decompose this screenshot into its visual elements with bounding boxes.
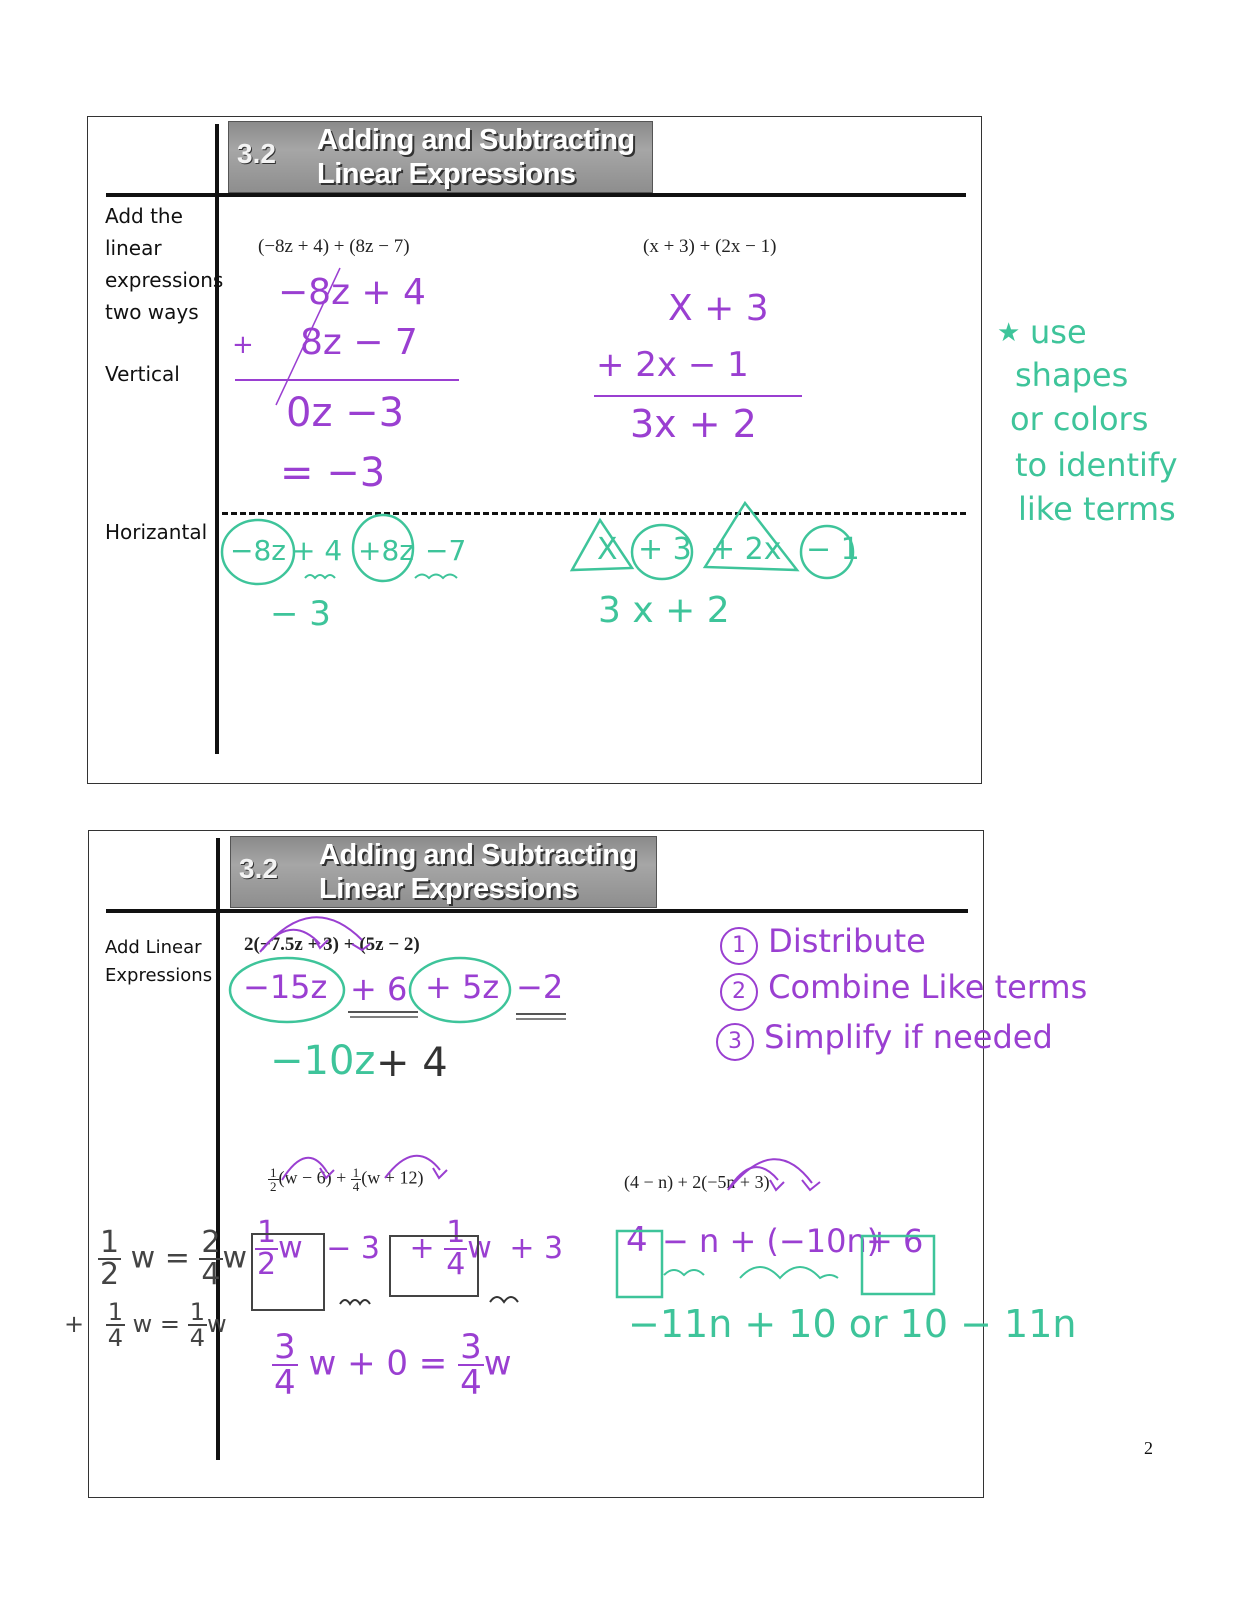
p1-h-term3: +8z xyxy=(358,534,414,567)
p2-h-term3: + 2x xyxy=(710,532,782,567)
step-number-circle: 2 xyxy=(720,973,758,1011)
p1-vertical-final: = −3 xyxy=(280,450,386,496)
p1-h-term1: −8z xyxy=(230,534,286,567)
banner-title-line2: Linear Expressions xyxy=(317,158,576,190)
step-text: Distribute xyxy=(768,922,926,960)
p1-sum-rule xyxy=(235,379,459,381)
banner-title-line2: Linear Expressions xyxy=(319,873,578,905)
s2-p1-term1: −15z xyxy=(243,968,328,1006)
s2-p1-term2: + 6 xyxy=(350,970,408,1008)
slide2-header-rule xyxy=(106,909,968,913)
method-separator-dashed xyxy=(222,512,966,515)
step-text: Simplify if needed xyxy=(764,1018,1053,1056)
instruction-line1: Add the xyxy=(105,204,183,228)
step-text: Combine Like terms xyxy=(768,968,1088,1006)
p2-vertical-result: 3x + 2 xyxy=(630,402,757,446)
add-linear-label-line2: Expressions xyxy=(105,965,213,986)
s2-p1-term3: + 5z xyxy=(425,968,500,1006)
slide1-header-rule xyxy=(106,193,966,197)
p2-h-term1: X xyxy=(597,532,618,567)
p2-h-result: 3 x + 2 xyxy=(598,590,730,631)
s2-p2-work: 12w − 3 + 14w + 3 xyxy=(255,1215,564,1282)
side-note-line2: shapes xyxy=(1015,356,1129,394)
vertical-method-label: Vertical xyxy=(105,362,180,386)
p1-h-result: − 3 xyxy=(270,594,331,634)
problem2-printed: (x + 3) + (2x − 1) xyxy=(643,236,777,257)
work-fraction-quarter: 14 xyxy=(444,1215,468,1282)
p2-vertical-line1: X + 3 xyxy=(668,288,769,329)
p2-h-term4: − 1 xyxy=(806,532,860,567)
side-note-line1: use xyxy=(1030,313,1087,351)
margin-work-row1: 12 w = 24w xyxy=(98,1225,248,1292)
p1-vertical-plus: + xyxy=(232,330,254,360)
s2-p2-result: 34 w + 0 = 34w xyxy=(272,1327,512,1403)
s2-p3-result: −11n + 10 or 10 − 11n xyxy=(628,1302,1077,1346)
step-2: 2 Combine Like terms xyxy=(720,968,1087,1011)
s2-problem2-printed: 1 2 (w − 6) + 1 4 (w + 12) xyxy=(268,1165,424,1194)
slide1-banner: 3.2 Adding and Subtracting Linear Expres… xyxy=(228,121,653,193)
step-number-circle: 3 xyxy=(716,1023,754,1061)
instruction-line3: expressions xyxy=(105,268,224,292)
p1-vertical-line1: −8z + 4 xyxy=(278,272,426,313)
s2-p1-result-part1: −10z xyxy=(270,1038,376,1084)
printed-fraction-half: 12 xyxy=(268,1165,279,1194)
margin-work-row2: + 14 w = 14w xyxy=(64,1298,227,1352)
s2-p1-term4: −2 xyxy=(516,968,564,1006)
s2-p3-term1: 4 xyxy=(626,1220,648,1260)
side-note-line4: to identify xyxy=(1015,446,1178,484)
p1-vertical-result: 0z −3 xyxy=(286,390,405,436)
side-note-line3: or colors xyxy=(1010,400,1149,438)
banner-section-number: 3.2 xyxy=(237,138,276,169)
step-3: 3 Simplify if needed xyxy=(716,1018,1053,1061)
instruction-line2: linear xyxy=(105,236,162,260)
s2-problem3-printed: (4 − n) + 2(−5n + 3) xyxy=(624,1172,770,1192)
s2-p3-term2: − n + (−10n) xyxy=(662,1222,880,1260)
p2-sum-rule xyxy=(594,395,802,397)
slide-1 xyxy=(87,116,982,784)
p1-h-term2: + 4 xyxy=(292,534,343,567)
instruction-line4: two ways xyxy=(105,300,199,324)
star-icon: ★ xyxy=(997,318,1021,348)
horizontal-method-label: Horizantal xyxy=(105,520,208,544)
s2-p3-term3: + 6 xyxy=(866,1222,924,1260)
s2-p1-result-part2: + 4 xyxy=(376,1040,448,1086)
problem1-printed: (−8z + 4) + (8z − 7) xyxy=(258,236,410,257)
step-1: 1 Distribute xyxy=(720,922,926,965)
p1-vertical-line2: 8z − 7 xyxy=(300,322,418,363)
side-note-line5: like terms xyxy=(1018,490,1176,528)
slide2-vertical-divider xyxy=(216,838,220,1460)
p1-h-term4: −7 xyxy=(425,534,467,567)
step-number-circle: 1 xyxy=(720,927,758,965)
page-number: 2 xyxy=(1144,1438,1153,1458)
s2-problem1-printed: 2(−7.5z + 3) + (5z − 2) xyxy=(244,934,420,955)
work-fraction-half: 12 xyxy=(255,1215,279,1282)
slide1-vertical-divider xyxy=(215,124,219,754)
banner-section-number: 3.2 xyxy=(239,853,278,884)
banner-title-line1: Adding and Subtracting xyxy=(319,839,637,871)
slide2-banner: 3.2 Adding and Subtracting Linear Expres… xyxy=(230,836,657,908)
banner-title-line1: Adding and Subtracting xyxy=(317,124,635,156)
p2-vertical-line2: + 2x − 1 xyxy=(596,345,749,385)
printed-fraction-quarter: 14 xyxy=(350,1165,362,1194)
p2-h-term2: + 3 xyxy=(638,532,692,567)
